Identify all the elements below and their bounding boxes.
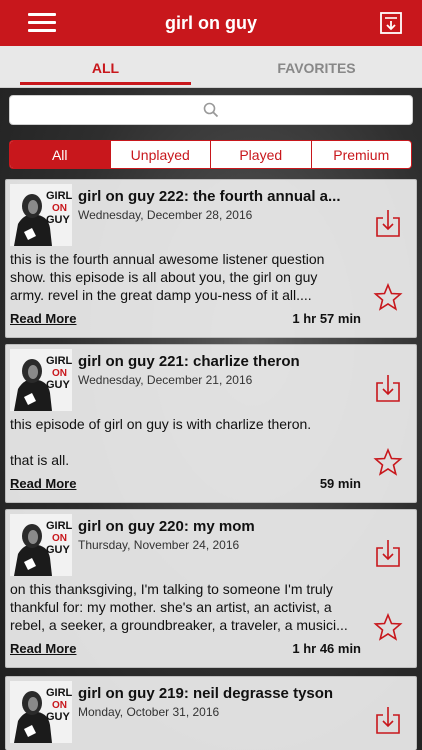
episode-duration: 1 hr 57 min bbox=[292, 311, 361, 326]
top-app-bar: girl on guy bbox=[0, 0, 422, 46]
logo-line-2: ON bbox=[52, 203, 67, 214]
episode-duration: 1 hr 46 min bbox=[292, 641, 361, 656]
logo-line-2: ON bbox=[52, 368, 67, 379]
search-input[interactable] bbox=[18, 100, 398, 120]
episode-title: girl on guy 220: my mom bbox=[78, 518, 255, 535]
episode-card[interactable]: GIRL ON GUY girl on guy 219: neil degras… bbox=[5, 676, 417, 750]
episode-duration: 59 min bbox=[319, 476, 361, 491]
read-more-link[interactable]: Read More bbox=[10, 641, 76, 656]
logo-line-1: GIRL bbox=[46, 520, 72, 532]
podcast-artwork: GIRL ON GUY bbox=[10, 514, 72, 576]
logo-line-1: GIRL bbox=[46, 687, 72, 699]
filter-segmented-control: All Unplayed Played Premium bbox=[9, 140, 412, 169]
episode-title: girl on guy 222: the fourth annual a... bbox=[78, 188, 341, 205]
episode-title: girl on guy 219: neil degrasse tyson bbox=[78, 685, 334, 702]
episode-date: Wednesday, December 21, 2016 bbox=[78, 373, 253, 387]
hamburger-menu-icon[interactable] bbox=[28, 13, 56, 33]
logo-line-3: GUY bbox=[46, 214, 71, 226]
tab-bar: ALL FAVORITES bbox=[0, 46, 422, 88]
episode-date: Monday, October 31, 2016 bbox=[78, 705, 220, 719]
logo-line-1: GIRL bbox=[46, 190, 72, 202]
logo-line-2: ON bbox=[52, 533, 67, 544]
episode-card[interactable]: GIRL ON GUY girl on guy 220: my mom Thur… bbox=[5, 509, 417, 668]
star-outline-icon[interactable] bbox=[373, 448, 403, 476]
download-list-icon[interactable] bbox=[378, 10, 404, 36]
download-icon[interactable] bbox=[375, 538, 401, 568]
logo-line-3: GUY bbox=[46, 379, 71, 391]
logo-line-3: GUY bbox=[46, 711, 71, 723]
logo-line-2: ON bbox=[52, 700, 67, 711]
episode-card[interactable]: GIRL ON GUY girl on guy 222: the fourth … bbox=[5, 179, 417, 338]
episode-date: Thursday, November 24, 2016 bbox=[78, 538, 240, 552]
tab-all[interactable]: ALL bbox=[0, 46, 211, 87]
logo-line-3: GUY bbox=[46, 544, 71, 556]
episode-description: this episode of girl on guy is with char… bbox=[10, 416, 312, 468]
read-more-link[interactable]: Read More bbox=[10, 476, 76, 491]
episode-description: on this thanksgiving, I'm talking to som… bbox=[10, 581, 348, 633]
podcast-artwork: GIRL ON GUY bbox=[10, 184, 72, 246]
filter-all[interactable]: All bbox=[10, 141, 111, 168]
read-more-link[interactable]: Read More bbox=[10, 311, 76, 326]
filter-unplayed[interactable]: Unplayed bbox=[111, 141, 211, 168]
episode-title: girl on guy 221: charlize theron bbox=[78, 353, 300, 370]
episode-description: this is the fourth annual awesome listen… bbox=[10, 251, 325, 303]
download-icon[interactable] bbox=[375, 373, 401, 403]
podcast-artwork: GIRL ON GUY bbox=[10, 681, 72, 743]
search-bar bbox=[9, 95, 413, 125]
tab-favorites[interactable]: FAVORITES bbox=[211, 46, 422, 87]
filter-played[interactable]: Played bbox=[211, 141, 312, 168]
filter-premium[interactable]: Premium bbox=[312, 141, 412, 168]
episode-card[interactable]: GIRL ON GUY girl on guy 221: charlize th… bbox=[5, 344, 417, 503]
download-icon[interactable] bbox=[375, 208, 401, 238]
logo-line-1: GIRL bbox=[46, 355, 72, 367]
star-outline-icon[interactable] bbox=[373, 283, 403, 311]
download-icon[interactable] bbox=[375, 705, 401, 735]
app-title: girl on guy bbox=[165, 12, 257, 33]
podcast-artwork: GIRL ON GUY bbox=[10, 349, 72, 411]
star-outline-icon[interactable] bbox=[373, 613, 403, 641]
episode-date: Wednesday, December 28, 2016 bbox=[78, 208, 253, 222]
